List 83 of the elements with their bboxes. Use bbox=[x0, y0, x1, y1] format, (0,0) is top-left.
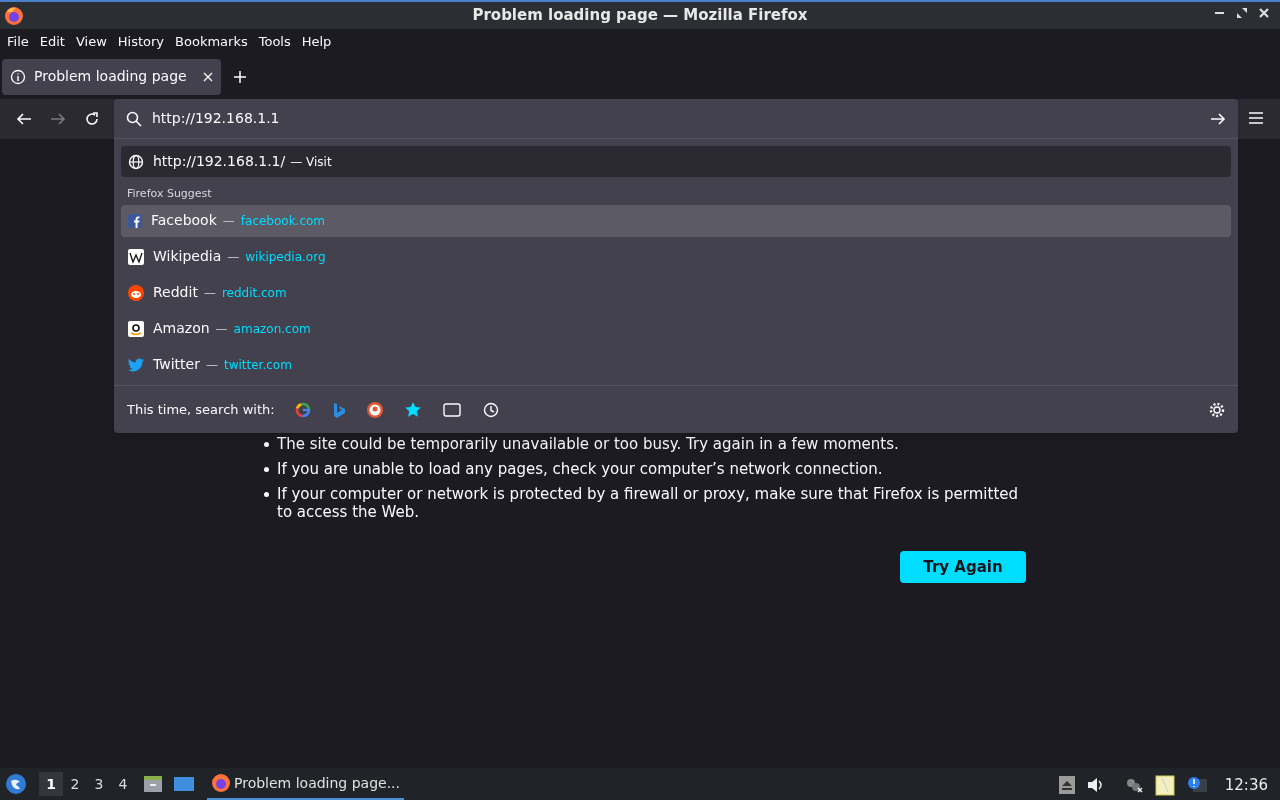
wikipedia-icon bbox=[128, 248, 144, 265]
visit-action: — Visit bbox=[290, 153, 332, 171]
suggestion-row[interactable]: Twitter — twitter.com bbox=[121, 348, 1231, 381]
separator-dash: — bbox=[203, 284, 216, 302]
star-icon[interactable] bbox=[404, 401, 421, 418]
task-label: Problem loading page... bbox=[234, 773, 401, 793]
workspace-button[interactable]: 1 bbox=[39, 772, 63, 796]
bullet-icon bbox=[264, 492, 269, 497]
suggestion-url: twitter.com bbox=[223, 356, 292, 374]
search-icon bbox=[126, 110, 142, 127]
suggestion-row[interactable]: Amazon — amazon.com bbox=[121, 312, 1231, 345]
close-tab-icon[interactable] bbox=[203, 71, 213, 82]
browser-tab[interactable]: Problem loading page bbox=[2, 58, 221, 95]
info-icon bbox=[10, 68, 26, 85]
menu-item[interactable]: History bbox=[117, 31, 165, 52]
window-title: Problem loading page — Mozilla Firefox bbox=[472, 5, 808, 27]
back-icon[interactable] bbox=[16, 112, 32, 126]
forward-icon[interactable] bbox=[50, 112, 66, 126]
clipboard-icon[interactable] bbox=[1154, 774, 1175, 797]
firefox-logo-icon bbox=[211, 773, 231, 793]
suggestion-row[interactable]: Reddit — reddit.com bbox=[121, 276, 1231, 309]
clock-icon[interactable] bbox=[482, 401, 499, 418]
bullet-icon bbox=[264, 442, 269, 447]
notification-icon[interactable] bbox=[1186, 776, 1207, 795]
new-tab-icon[interactable] bbox=[233, 69, 247, 84]
start-menu-icon[interactable] bbox=[5, 773, 27, 795]
google-icon[interactable] bbox=[294, 401, 311, 418]
maximize-icon[interactable] bbox=[1236, 7, 1248, 19]
workspace-button[interactable]: 3 bbox=[87, 772, 111, 796]
suggestion-title: Wikipedia bbox=[153, 247, 222, 266]
suggestion-url: reddit.com bbox=[221, 284, 287, 302]
menu-item[interactable]: View bbox=[75, 31, 107, 52]
network-icon[interactable] bbox=[1124, 777, 1143, 794]
section-heading: Firefox Suggest bbox=[126, 186, 213, 202]
amazon-icon bbox=[128, 320, 144, 337]
suggestion-title: Facebook bbox=[151, 211, 217, 230]
duck-icon[interactable] bbox=[366, 401, 383, 418]
search-with-label: This time, search with: bbox=[127, 400, 275, 419]
bing-icon[interactable] bbox=[332, 401, 345, 418]
clock: 12:36 bbox=[1224, 775, 1268, 796]
menu-item[interactable]: Edit bbox=[39, 31, 65, 52]
taskbar-task[interactable]: Problem loading page... bbox=[207, 768, 405, 800]
separator-dash: — bbox=[215, 320, 228, 338]
suggestion-row[interactable]: Facebook — facebook.com bbox=[121, 204, 1231, 237]
suggestion-url: amazon.com bbox=[233, 320, 311, 338]
visit-row[interactable]: http://192.168.1.1/ — Visit bbox=[121, 146, 1231, 177]
separator-dash: — bbox=[205, 356, 218, 374]
visit-url: http://192.168.1.1/ bbox=[153, 152, 286, 171]
reload-icon[interactable] bbox=[84, 111, 100, 127]
suggestion-title: Reddit bbox=[153, 283, 198, 302]
go-arrow-icon[interactable] bbox=[1210, 111, 1226, 126]
reddit-icon bbox=[128, 284, 144, 301]
separator-dash: — bbox=[227, 248, 240, 266]
separator-dash: — bbox=[222, 212, 235, 230]
settings-icon[interactable] bbox=[1209, 401, 1225, 418]
desktop-icon[interactable] bbox=[173, 775, 195, 793]
bullet-text: If you are unable to load any pages, check your computer’s network connection. bbox=[277, 460, 883, 478]
suggestion-title: Twitter bbox=[153, 355, 200, 374]
suggestion-title: Amazon bbox=[153, 319, 210, 338]
file-manager-icon[interactable] bbox=[143, 774, 163, 794]
suggestion-row[interactable]: Wikipedia — wikipedia.org bbox=[121, 240, 1231, 273]
volume-icon[interactable] bbox=[1086, 777, 1105, 794]
bullet-text: If your computer or network is protected by a firewall or proxy, make sure that Firefox is permitted to access the Web. bbox=[277, 485, 1020, 521]
eject-icon[interactable] bbox=[1058, 776, 1075, 795]
globe-icon bbox=[128, 153, 144, 170]
workspace-button[interactable]: 2 bbox=[63, 772, 87, 796]
menu-item[interactable]: Bookmarks bbox=[175, 31, 248, 52]
menu-item[interactable]: Help bbox=[301, 31, 332, 52]
facebook-icon bbox=[128, 213, 142, 228]
firefox-logo-icon bbox=[4, 6, 24, 26]
menu-item[interactable]: Tools bbox=[258, 31, 291, 52]
close-icon[interactable] bbox=[1258, 7, 1270, 19]
bird-icon bbox=[128, 357, 144, 372]
bullet-text: The site could be temporarily unavailable or too busy. Try again in a few moments. bbox=[277, 435, 899, 453]
menu-item[interactable]: File bbox=[7, 31, 29, 52]
address-field[interactable]: http://192.168.1.1 bbox=[114, 99, 1238, 139]
bullet-icon bbox=[264, 467, 269, 472]
workspace-button[interactable]: 4 bbox=[111, 772, 135, 796]
suggestion-url: facebook.com bbox=[240, 212, 326, 230]
menu-icon[interactable] bbox=[1249, 112, 1263, 124]
try-again-button[interactable]: Try Again bbox=[900, 551, 1026, 583]
tab-icon[interactable] bbox=[442, 402, 461, 417]
suggestion-url: wikipedia.org bbox=[245, 248, 326, 266]
